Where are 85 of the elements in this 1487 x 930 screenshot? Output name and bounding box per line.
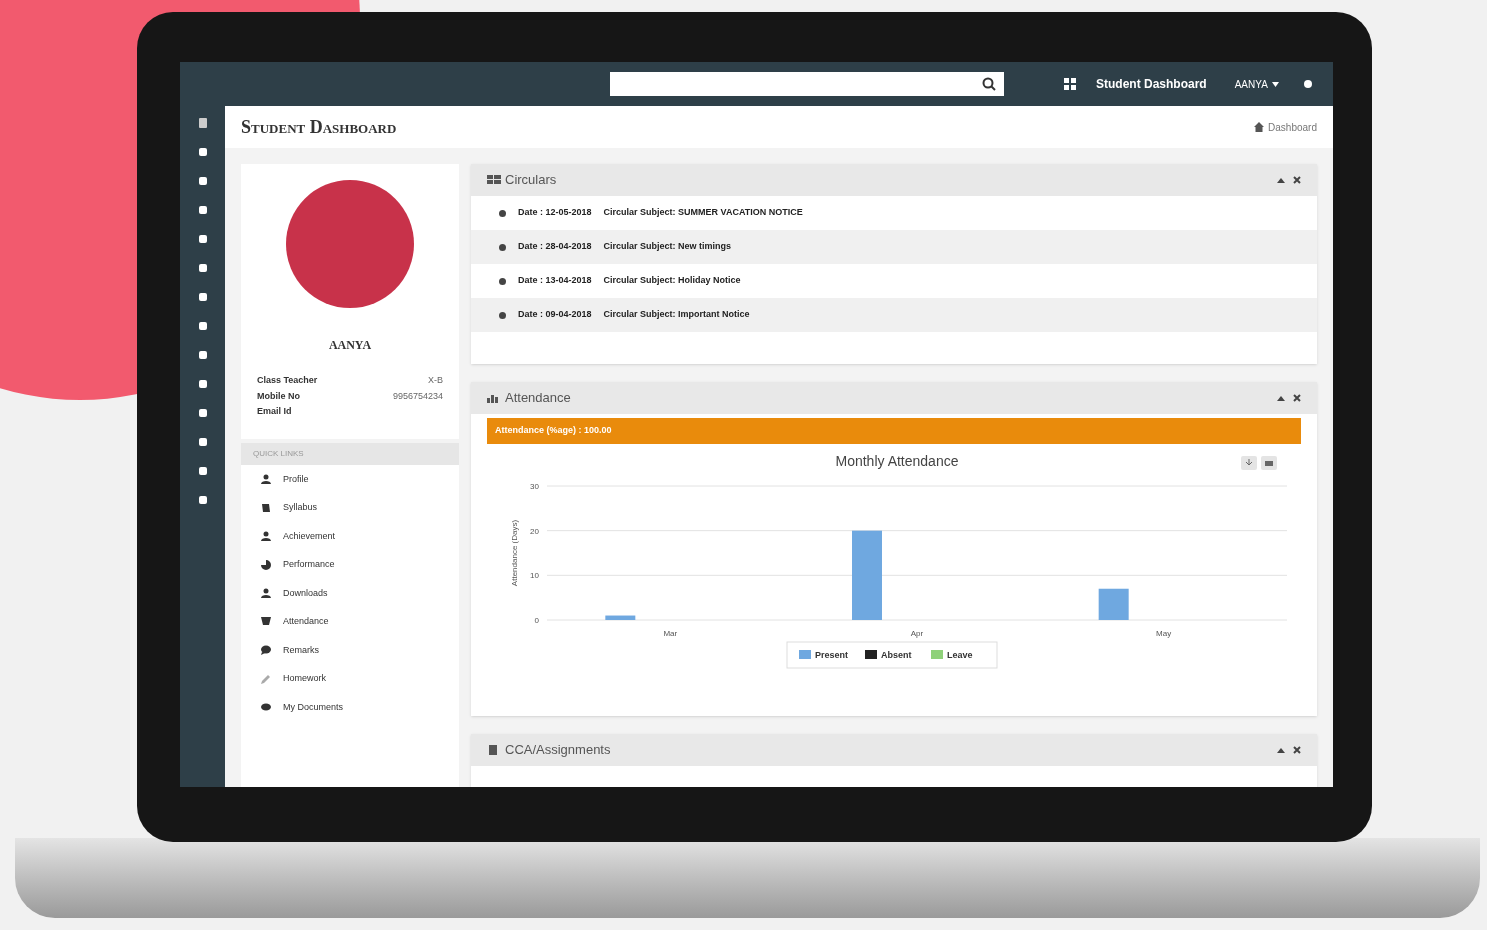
collapse-icon[interactable] xyxy=(1277,746,1285,753)
panel-title: Circulars xyxy=(505,171,557,190)
quick-link[interactable]: Performance xyxy=(253,558,447,572)
close-icon[interactable] xyxy=(1293,394,1301,402)
attendance-banner: Attendance (%age) : 100.00 xyxy=(487,418,1301,444)
eye-icon xyxy=(261,702,271,713)
collapse-icon[interactable] xyxy=(1277,395,1285,401)
quick-link[interactable]: Achievement xyxy=(253,529,447,543)
quick-link[interactable]: Homework xyxy=(253,672,447,686)
menu-icon[interactable] xyxy=(197,176,208,186)
menu-icon[interactable] xyxy=(197,263,208,273)
circular-row[interactable]: Date : 09-04-2018 Circular Subject: Important Notice xyxy=(471,298,1317,332)
menu-icon[interactable] xyxy=(197,234,208,244)
power-icon[interactable] xyxy=(1302,79,1313,89)
breadcrumb-link[interactable]: Dashboard xyxy=(1268,119,1317,135)
close-icon[interactable] xyxy=(1293,176,1301,184)
quick-links-header: QUICK LINKS xyxy=(241,442,459,465)
chart-icon xyxy=(261,559,271,570)
x-tick-label: Mar xyxy=(663,628,678,638)
menu-icon[interactable] xyxy=(197,118,208,128)
y-tick-label: 10 xyxy=(530,570,539,580)
search-icon xyxy=(982,77,996,91)
search-field[interactable] xyxy=(610,72,1004,96)
student-name: AANYA xyxy=(328,337,372,354)
menu-icon[interactable] xyxy=(197,321,208,331)
user-menu[interactable]: AANYA xyxy=(1234,76,1279,92)
circular-row[interactable]: Date : 12-05-2018 Circular Subject: SUMMER VACATION NOTICE xyxy=(471,196,1317,230)
legend-label: Leave xyxy=(947,649,973,660)
bar xyxy=(605,615,636,620)
panel-title: Attendance xyxy=(505,389,571,408)
field-value: X-B xyxy=(428,374,443,387)
bullet-icon xyxy=(499,243,506,251)
comment-icon xyxy=(261,645,271,656)
x-tick-label: May xyxy=(1156,628,1172,638)
y-tick-label: 20 xyxy=(530,526,539,536)
chart-title: Monthly Attendance xyxy=(835,452,959,469)
collapse-icon[interactable] xyxy=(1277,177,1285,183)
bullet-icon xyxy=(499,277,506,285)
x-tick-label: Apr xyxy=(910,628,924,638)
menu-icon[interactable] xyxy=(197,147,208,157)
field-label: Email Id xyxy=(257,405,292,418)
legend-label: Present xyxy=(815,649,849,660)
legend-label: Absent xyxy=(881,649,912,660)
panel-icon xyxy=(487,393,501,403)
page-title: Student Dashboard xyxy=(241,115,397,139)
y-tick-label: 0 xyxy=(534,615,539,625)
bullet-icon xyxy=(499,209,506,217)
print-icon[interactable] xyxy=(1261,455,1277,470)
cup-icon xyxy=(261,616,271,627)
y-tick-label: 30 xyxy=(530,481,539,491)
menu-icon[interactable] xyxy=(197,292,208,302)
quick-link[interactable]: Remarks xyxy=(253,643,447,657)
panel-title: CCA/Assignments xyxy=(505,740,611,759)
menu-icon[interactable] xyxy=(197,466,208,476)
download-icon[interactable] xyxy=(1241,455,1257,470)
menu-icon[interactable] xyxy=(197,408,208,418)
caret-icon xyxy=(1271,81,1279,87)
person-icon xyxy=(261,474,271,485)
circular-row[interactable]: Date : 28-04-2018 Circular Subject: New timings xyxy=(471,230,1317,264)
quick-link[interactable]: Syllabus xyxy=(253,501,447,515)
menu-icon[interactable] xyxy=(197,437,208,447)
menu-icon[interactable] xyxy=(197,350,208,360)
home-icon xyxy=(1254,122,1265,132)
bullet-icon xyxy=(499,311,506,319)
field-value: 9956754234 xyxy=(392,389,443,403)
bar xyxy=(1098,588,1129,620)
menu-icon[interactable] xyxy=(197,379,208,389)
edit-icon xyxy=(261,673,271,684)
person-icon xyxy=(261,588,271,599)
quick-link[interactable]: Profile xyxy=(253,472,447,486)
close-icon[interactable] xyxy=(1293,745,1301,754)
panel-icon xyxy=(487,175,501,185)
circular-row[interactable]: Date : 13-04-2018 Circular Subject: Holiday Notice xyxy=(471,264,1317,298)
quick-link[interactable]: My Documents xyxy=(253,700,447,714)
dashboard-link[interactable]: Student Dashboard xyxy=(1096,75,1207,93)
book-icon xyxy=(261,502,271,513)
quick-link[interactable]: Attendance xyxy=(253,615,447,629)
grid-icon[interactable] xyxy=(1064,78,1076,90)
quick-link[interactable]: Downloads xyxy=(253,586,447,600)
menu-icon[interactable] xyxy=(197,205,208,215)
field-label: Mobile No xyxy=(257,389,300,403)
field-label: Class Teacher xyxy=(257,374,318,387)
menu-icon[interactable] xyxy=(197,495,208,505)
person-icon xyxy=(261,531,271,542)
y-axis-label: Attendance (Days) xyxy=(510,519,519,586)
